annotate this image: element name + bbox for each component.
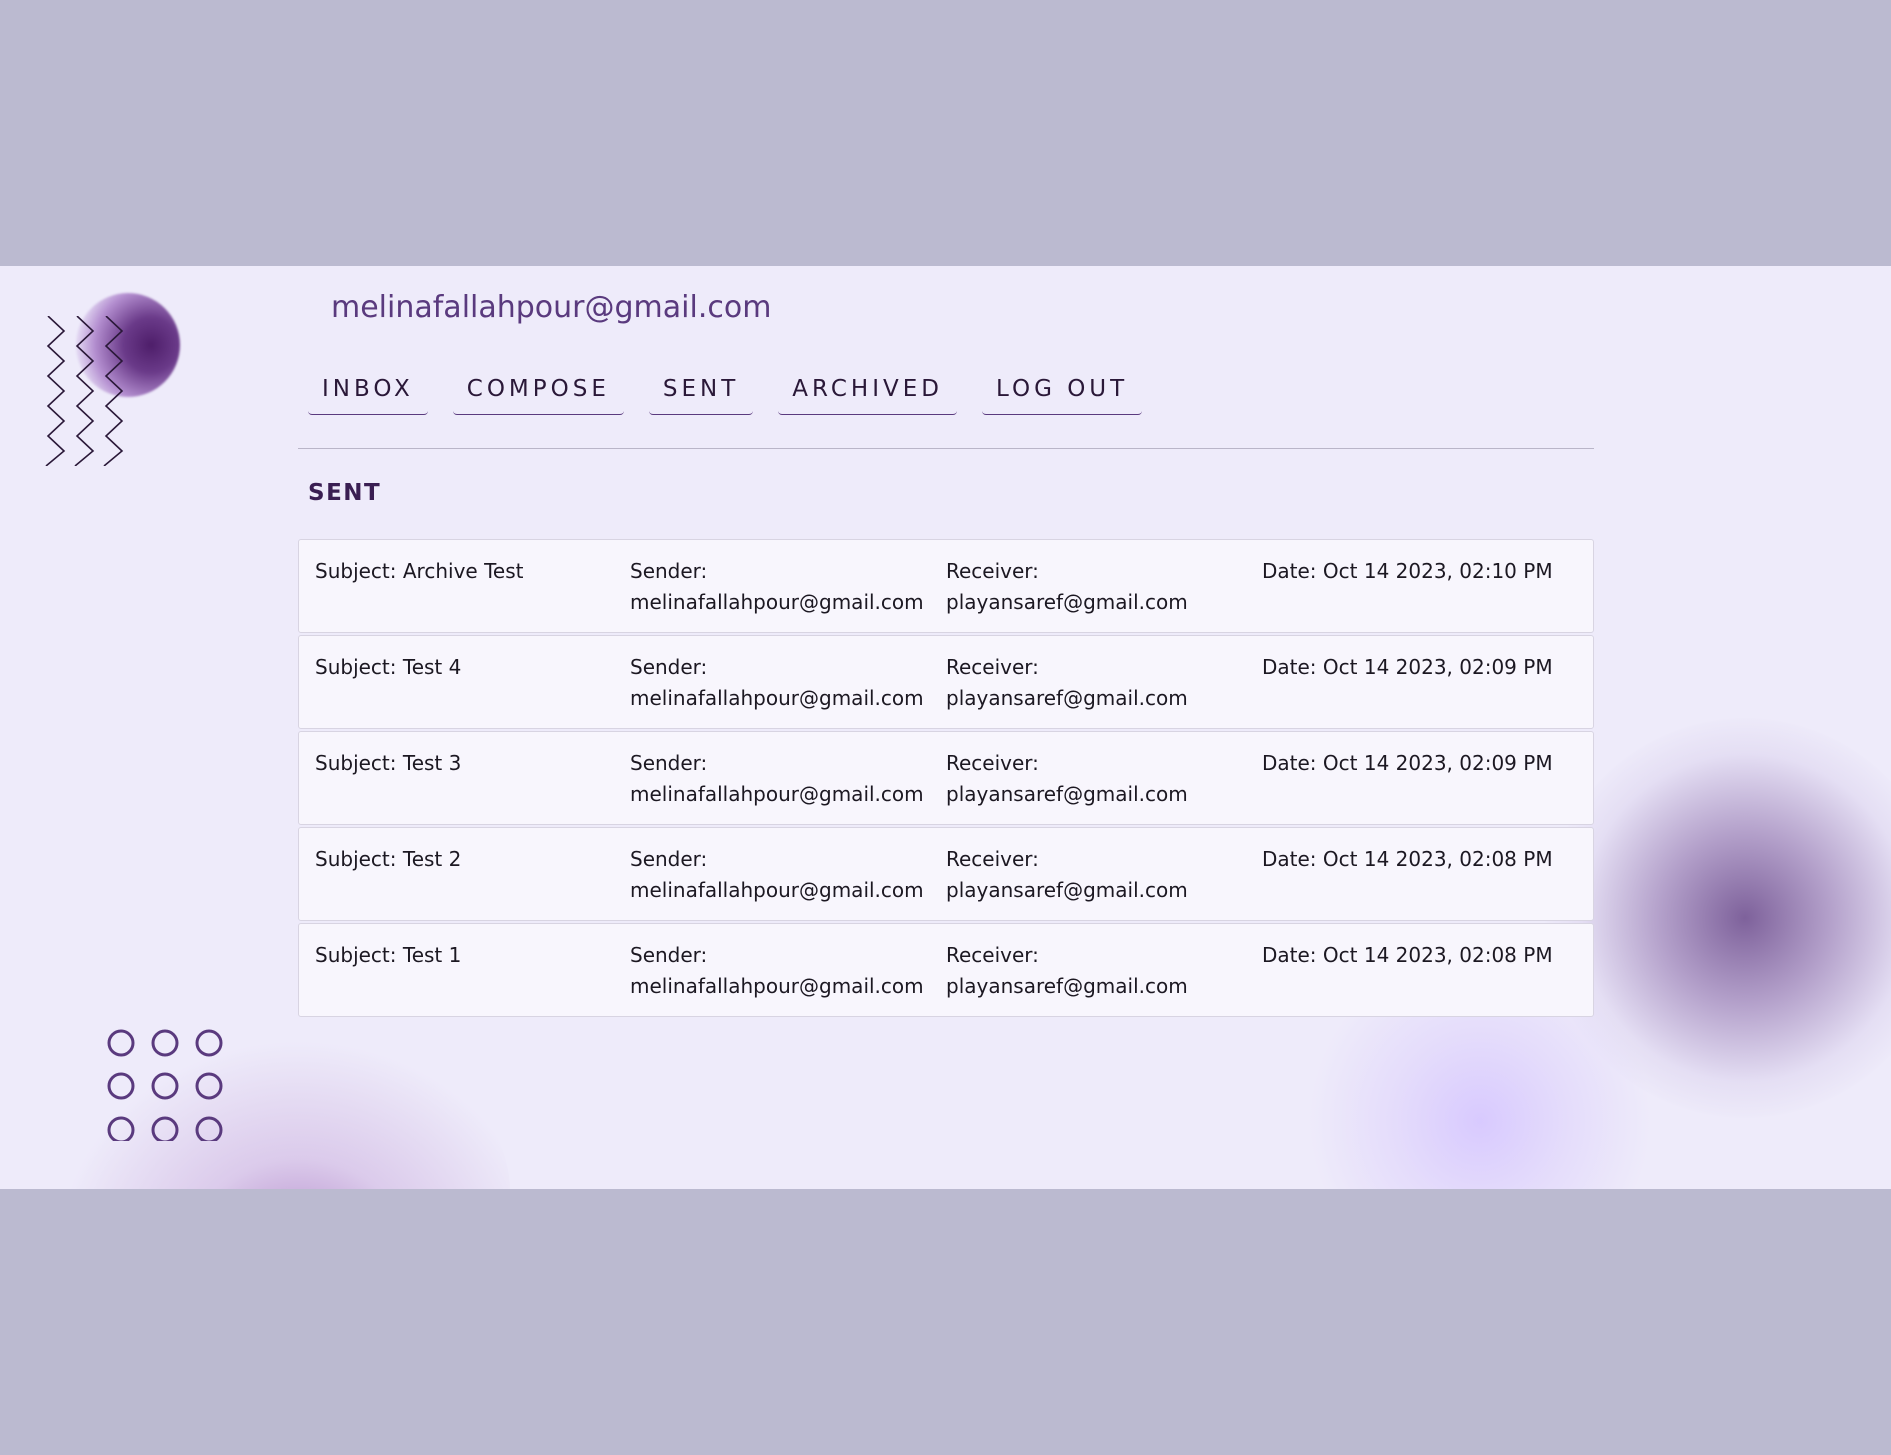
mail-subject: Subject: Test 3 — [315, 748, 630, 824]
date-label: Date: — [1262, 751, 1317, 775]
subject-label: Subject: — [315, 655, 397, 679]
nav-tab-archived[interactable]: ARCHIVED — [778, 376, 957, 415]
mail-receiver: Receiver: playansaref@gmail.com — [946, 748, 1262, 824]
mail-sender: Sender: melinafallahpour@gmail.com — [630, 844, 946, 920]
mail-subject: Subject: Test 1 — [315, 940, 630, 1016]
mail-date: Date: Oct 14 2023, 02:09 PM — [1262, 652, 1577, 728]
mail-receiver: Receiver: playansaref@gmail.com — [946, 652, 1262, 728]
mail-subject: Subject: Test 2 — [315, 844, 630, 920]
receiver-label: Receiver: — [946, 751, 1039, 775]
subject-value: Test 3 — [402, 751, 462, 775]
account-email: melinafallahpour@gmail.com — [331, 290, 772, 325]
date-label: Date: — [1262, 655, 1317, 679]
date-label: Date: — [1262, 847, 1317, 871]
subject-value: Test 1 — [402, 943, 462, 967]
mail-receiver: Receiver: playansaref@gmail.com — [946, 844, 1262, 920]
receiver-value: playansaref@gmail.com — [946, 686, 1188, 710]
receiver-label: Receiver: — [946, 655, 1039, 679]
mail-row[interactable]: Subject: Test 3 Sender: melinafallahpour@… — [298, 731, 1594, 825]
date-value: Oct 14 2023, 02:09 PM — [1322, 751, 1553, 775]
mail-date: Date: Oct 14 2023, 02:09 PM — [1262, 748, 1577, 824]
mail-row[interactable]: Subject: Test 4 Sender: melinafallahpour@… — [298, 635, 1594, 729]
date-value: Oct 14 2023, 02:08 PM — [1322, 943, 1553, 967]
date-value: Oct 14 2023, 02:10 PM — [1322, 559, 1553, 583]
mail-receiver: Receiver: playansaref@gmail.com — [946, 556, 1262, 632]
date-label: Date: — [1262, 943, 1317, 967]
nav-tab-inbox[interactable]: INBOX — [308, 376, 428, 415]
receiver-label: Receiver: — [946, 559, 1039, 583]
mail-row[interactable]: Subject: Test 2 Sender: melinafallahpour@… — [298, 827, 1594, 921]
app-window: melinafallahpour@gmail.com INBOX COMPOSE… — [0, 266, 1891, 1189]
sender-label: Sender: — [630, 751, 708, 775]
mail-sender: Sender: melinafallahpour@gmail.com — [630, 940, 946, 1016]
receiver-value: playansaref@gmail.com — [946, 590, 1188, 614]
receiver-value: playansaref@gmail.com — [946, 974, 1188, 998]
mail-row[interactable]: Subject: Archive Test Sender: melinafalla… — [298, 539, 1594, 633]
sender-value: melinafallahpour@gmail.com — [630, 686, 924, 710]
mail-sender: Sender: melinafallahpour@gmail.com — [630, 652, 946, 728]
sender-value: melinafallahpour@gmail.com — [630, 590, 924, 614]
nav-tab-sent[interactable]: SENT — [648, 376, 754, 415]
zigzag-lines-icon — [45, 316, 124, 466]
receiver-value: playansaref@gmail.com — [946, 878, 1188, 902]
page-title: SENT — [308, 480, 382, 506]
sender-value: melinafallahpour@gmail.com — [630, 974, 924, 998]
background-glow-right — [1545, 718, 1891, 1118]
mail-subject: Subject: Test 4 — [315, 652, 630, 728]
mail-sender: Sender: melinafallahpour@gmail.com — [630, 556, 946, 632]
mail-date: Date: Oct 14 2023, 02:08 PM — [1262, 844, 1577, 920]
mail-receiver: Receiver: playansaref@gmail.com — [946, 940, 1262, 1016]
mail-sender: Sender: melinafallahpour@gmail.com — [630, 748, 946, 824]
mail-date: Date: Oct 14 2023, 02:10 PM — [1262, 556, 1577, 632]
date-value: Oct 14 2023, 02:09 PM — [1322, 655, 1553, 679]
receiver-value: playansaref@gmail.com — [946, 782, 1188, 806]
subject-value: Test 2 — [402, 847, 462, 871]
subject-value: Test 4 — [402, 655, 462, 679]
subject-label: Subject: — [315, 559, 397, 583]
sender-label: Sender: — [630, 655, 708, 679]
sender-value: melinafallahpour@gmail.com — [630, 782, 924, 806]
nav-tab-compose[interactable]: COMPOSE — [452, 376, 624, 415]
sent-mail-list: Subject: Archive Test Sender: melinafalla… — [298, 539, 1594, 1019]
nav-divider — [298, 448, 1594, 449]
circle-grid-icon — [107, 1029, 223, 1141]
sender-label: Sender: — [630, 943, 708, 967]
sender-label: Sender: — [630, 559, 708, 583]
subject-value: Archive Test — [402, 559, 524, 583]
subject-label: Subject: — [315, 751, 397, 775]
subject-label: Subject: — [315, 943, 397, 967]
main-nav: INBOX COMPOSE SENT ARCHIVED LOG OUT — [308, 376, 1143, 415]
date-label: Date: — [1262, 559, 1317, 583]
mail-row[interactable]: Subject: Test 1 Sender: melinafallahpour@… — [298, 923, 1594, 1017]
nav-tab-logout[interactable]: LOG OUT — [981, 376, 1143, 415]
subject-label: Subject: — [315, 847, 397, 871]
mail-date: Date: Oct 14 2023, 02:08 PM — [1262, 940, 1577, 1016]
receiver-label: Receiver: — [946, 943, 1039, 967]
date-value: Oct 14 2023, 02:08 PM — [1322, 847, 1553, 871]
sender-label: Sender: — [630, 847, 708, 871]
receiver-label: Receiver: — [946, 847, 1039, 871]
mail-subject: Subject: Archive Test — [315, 556, 630, 632]
sender-value: melinafallahpour@gmail.com — [630, 878, 924, 902]
